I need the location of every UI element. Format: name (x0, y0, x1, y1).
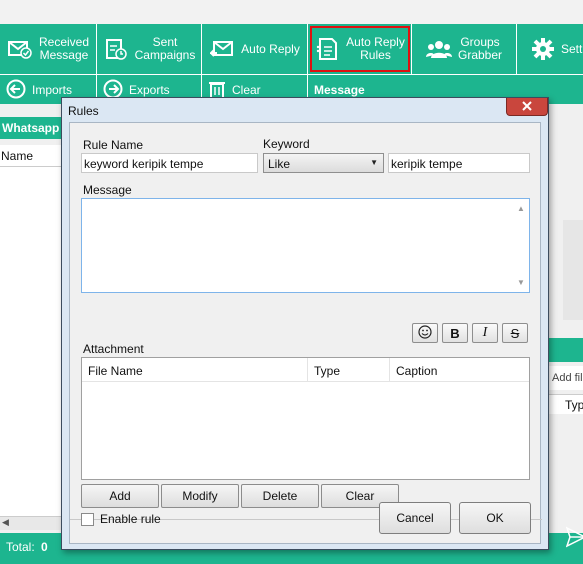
column-type[interactable]: Type (308, 358, 390, 382)
rules-label-line1: Auto Reply (346, 35, 405, 49)
keyword-match-value: Like (268, 157, 291, 171)
groups-grabber-button[interactable]: Groups Grabber (412, 24, 517, 74)
arrow-left-circle-icon (6, 79, 26, 102)
received-message-button[interactable]: Received Message (0, 24, 97, 74)
add-button[interactable]: Add (81, 484, 159, 508)
clear-label: Clear (232, 83, 261, 97)
envelope-check-icon (7, 37, 33, 61)
rule-name-label: Rule Name (83, 138, 144, 152)
sent-campaigns-button[interactable]: Sent Campaigns (97, 24, 202, 74)
send-icon[interactable] (565, 526, 583, 551)
rules-dialog: Rules Rule Name keyword keripik tempe Ke… (61, 97, 549, 550)
cancel-button[interactable]: Cancel (379, 502, 451, 534)
exports-label: Exports (129, 83, 170, 97)
bold-icon: B (450, 325, 460, 341)
main-toolbar: Received Message Sent Campaigns Auto Reply… (0, 24, 583, 74)
reply-envelope-icon (209, 37, 235, 61)
message-header-label: Message (314, 83, 365, 97)
message-label: Message (83, 183, 132, 197)
enable-rule-label[interactable]: Enable rule (100, 512, 161, 526)
total-label: Total: (6, 540, 35, 554)
document-list-icon (314, 37, 340, 61)
group-users-icon (425, 37, 452, 61)
message-text (82, 199, 529, 205)
chevron-down-icon: ▼ (370, 158, 378, 167)
delete-button[interactable]: Delete (241, 484, 319, 508)
column-caption[interactable]: Caption (390, 358, 529, 382)
auto-reply-button[interactable]: Auto Reply (202, 24, 308, 74)
column-file-name[interactable]: File Name (82, 358, 308, 382)
italic-icon: I (482, 325, 488, 340)
keyword-label: Keyword (263, 137, 310, 151)
window-top-strip (0, 0, 583, 24)
scroll-up-icon[interactable]: ▲ (517, 204, 525, 213)
sent-label-line2: Campaigns (134, 48, 196, 62)
rules-label-line2: Rules (360, 48, 391, 62)
ok-button[interactable]: OK (459, 502, 531, 534)
message-textarea[interactable]: ▲ ▼ (81, 198, 530, 293)
horizontal-scrollbar[interactable]: ◀ (0, 516, 62, 530)
scroll-down-icon[interactable]: ▼ (517, 278, 525, 287)
groups-label-line1: Groups (460, 35, 500, 49)
attachment-table[interactable]: File Name Type Caption (81, 357, 530, 480)
rule-name-input[interactable]: keyword keripik tempe (81, 153, 258, 173)
modify-button[interactable]: Modify (161, 484, 239, 508)
keyword-match-select[interactable]: Like ▼ (263, 153, 384, 173)
whatsapp-panel-header: Whatsapp (0, 117, 62, 139)
type-column-header[interactable]: Typ (548, 394, 583, 414)
enable-rule-checkbox[interactable] (81, 513, 94, 526)
clipboard-clock-icon (103, 37, 129, 61)
received-label-line2: Message (39, 48, 89, 62)
close-icon (522, 100, 532, 114)
groups-label-line2: Grabber (457, 48, 503, 62)
background-scrollbar[interactable] (563, 220, 583, 320)
settings-button[interactable]: Setti (517, 24, 583, 74)
settings-label: Setti (561, 41, 583, 56)
dialog-titlebar[interactable]: Rules (62, 98, 548, 122)
dialog-body: Rule Name keyword keripik tempe Keyword … (69, 122, 542, 544)
close-button[interactable] (506, 98, 548, 116)
italic-button[interactable]: I (472, 323, 498, 343)
strikethrough-icon: S (510, 325, 520, 341)
bold-button[interactable]: B (442, 323, 468, 343)
keyword-input[interactable]: keripik tempe (388, 153, 530, 173)
attachment-panel-header (548, 338, 583, 362)
imports-label: Imports (32, 83, 73, 97)
received-label-line1: Received (38, 35, 90, 49)
name-column-header[interactable]: Name (0, 145, 62, 167)
attachment-label: Attachment (83, 342, 144, 356)
auto-reply-rules-button[interactable]: Auto Reply Rules (308, 24, 412, 74)
scroll-left-icon[interactable]: ◀ (2, 517, 9, 527)
total-count: 0 (41, 540, 48, 554)
attachment-table-header: File Name Type Caption (82, 358, 529, 382)
emoji-button[interactable] (412, 323, 438, 343)
sent-label-line1: Sent (152, 35, 178, 49)
auto-reply-label: Auto Reply (241, 41, 300, 56)
dialog-title: Rules (68, 104, 99, 118)
gear-icon (531, 37, 555, 61)
contact-list[interactable] (0, 167, 62, 517)
message-scrollbar[interactable]: ▲ ▼ (513, 199, 529, 292)
add-file-link[interactable]: Add file (548, 366, 583, 390)
smiley-icon (418, 324, 432, 342)
strikethrough-button[interactable]: S (502, 323, 528, 343)
